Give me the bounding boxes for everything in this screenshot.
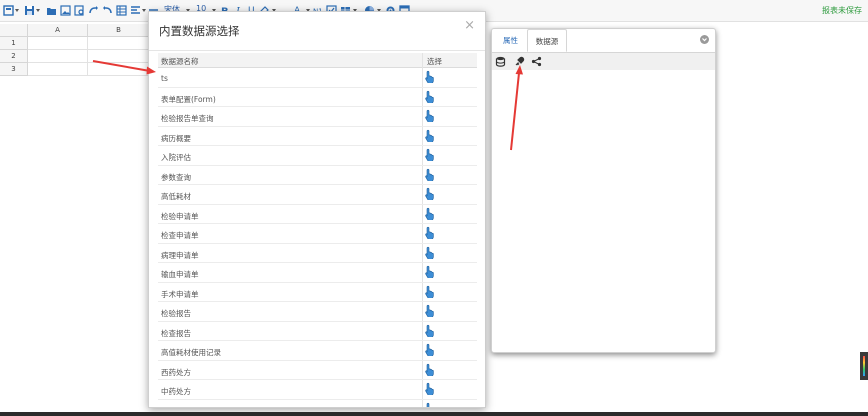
cell-a3[interactable] [28,63,88,76]
chevron-down-icon[interactable] [36,9,40,12]
cell-b3[interactable] [88,63,150,76]
table-row[interactable]: 体格检查 [158,400,477,408]
hand-pointer-icon[interactable] [424,265,436,278]
hand-pointer-icon[interactable] [424,324,436,337]
row-header-1[interactable]: 1 [0,37,28,50]
close-icon[interactable]: × [464,18,475,33]
column-header-b[interactable]: B [88,24,150,37]
datasource-name: 表单配置(Form) [161,94,216,104]
table-row[interactable]: 检查申请单 [158,224,477,244]
save-icon[interactable] [24,5,35,16]
hand-pointer-icon[interactable] [424,129,436,142]
share-icon[interactable] [531,56,542,67]
column-header-name: 数据源名称 [161,57,199,66]
datasource-name: 病历概要 [161,133,191,143]
template-icon[interactable] [3,5,14,16]
preview-icon[interactable] [74,5,85,16]
hand-pointer-icon[interactable] [424,246,436,259]
table-row[interactable]: 高值耗材使用记录 [158,341,477,361]
hand-pointer-icon[interactable] [424,343,436,356]
hand-pointer-icon[interactable] [424,285,436,298]
report-designer-screen: 宋体 10 B I U A N1 报表未保存 A B 1 2 3 [0,0,868,416]
dialog-title: 内置数据源选择 [159,24,240,38]
taskbar-strip [0,412,868,416]
hand-pointer-icon[interactable] [424,402,436,407]
cell-a2[interactable] [28,50,88,63]
table-row[interactable]: 入院评估 [158,146,477,166]
cell-a1[interactable] [28,37,88,50]
datasource-name: 输血申请单 [161,270,199,279]
table-row[interactable]: 参数查询 [158,166,477,185]
datasource-name: 参数查询 [161,172,191,182]
save-status-text: 报表未保存 [822,6,862,15]
chevron-down-icon[interactable] [15,9,19,12]
grid-icon[interactable] [116,5,127,16]
datasource-name: 高值耗材使用记录 [161,348,221,357]
table-row[interactable]: 检验报告 [158,302,477,322]
datasource-name: 检验报告 [161,309,191,318]
hand-pointer-icon[interactable] [424,304,436,317]
datasource-picker-dialog: 内置数据源选择 × 数据源名称 选择 ts 表单配置(Form) 检验报告单查询 病历… [148,11,486,408]
datasource-name: 检查申请单 [161,231,199,240]
datasource-name: 西药处方 [161,367,191,377]
hand-pointer-icon[interactable] [424,109,436,122]
cell-b2[interactable] [88,50,150,63]
dialog-divider [149,50,485,51]
datasource-name: ts [161,74,168,83]
side-widget[interactable] [860,352,868,380]
datasource-name: 检验申请单 [161,211,199,221]
datasource-name: 检验报告单查询 [161,114,214,123]
datasource-name: 手术申请单 [161,289,199,299]
redo-icon[interactable] [88,5,99,16]
tab-datasource[interactable]: 数据源 [527,29,567,52]
hand-pointer-icon[interactable] [424,187,436,200]
table-row[interactable]: 西药处方 [158,361,477,380]
hand-pointer-icon[interactable] [424,207,436,220]
database-icon[interactable] [495,56,506,67]
hand-pointer-icon[interactable] [424,70,436,83]
table-row[interactable]: 病理申请单 [158,244,477,263]
hand-pointer-icon[interactable] [424,148,436,161]
table-row[interactable]: 高低耗材 [158,185,477,205]
table-row[interactable]: 输血申请单 [158,263,477,283]
datasource-name: 检查报告 [161,328,191,338]
table-row[interactable]: 病历概要 [158,127,477,146]
column-header-pick: 选择 [427,57,442,66]
table-row[interactable]: ts [158,68,477,88]
chevron-down-icon[interactable] [142,9,146,12]
table-header: 数据源名称 选择 [158,53,477,68]
table-row[interactable]: 检验报告单查询 [158,107,477,127]
grid-corner[interactable] [0,24,28,37]
panel-toolbar [492,53,715,70]
datasource-name: 高低耗材 [161,192,191,201]
table-row[interactable]: 中药处方 [158,380,477,400]
table-row[interactable]: 检验申请单 [158,205,477,224]
table-row[interactable]: 手术申请单 [158,283,477,302]
hand-pointer-icon[interactable] [424,382,436,395]
hand-pointer-icon[interactable] [424,168,436,181]
table-row[interactable]: 检查报告 [158,322,477,341]
datasource-name: 入院评估 [161,153,191,162]
align-icon[interactable] [130,5,141,16]
tab-properties[interactable]: 属性 [495,29,526,52]
open-folder-icon[interactable] [46,5,57,16]
datasource-name: 体格检查 [161,406,191,408]
column-header-a[interactable]: A [28,24,88,37]
undo-icon[interactable] [102,5,113,16]
row-header-2[interactable]: 2 [0,50,28,63]
datasource-name: 中药处方 [161,387,191,396]
collapse-icon[interactable] [700,35,709,44]
properties-panel: 属性 数据源 [491,28,716,353]
table-row[interactable]: 表单配置(Form) [158,88,477,107]
hand-pointer-icon[interactable] [424,226,436,239]
cell-b1[interactable] [88,37,150,50]
datasource-name: 病理申请单 [161,250,199,260]
row-header-3[interactable]: 3 [0,63,28,76]
hand-pointer-icon[interactable] [424,363,436,376]
hand-pointer-icon[interactable] [424,90,436,103]
plug-icon[interactable] [514,56,525,67]
image-icon[interactable] [60,5,71,16]
